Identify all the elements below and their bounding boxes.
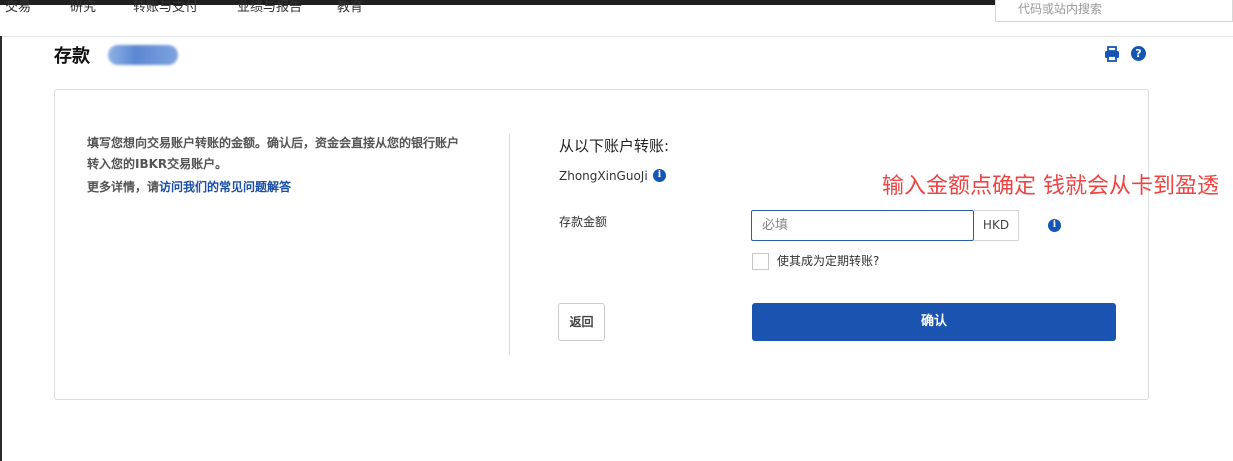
back-button[interactable]: 返回 bbox=[558, 303, 605, 341]
red-annotation-text: 输入金额点确定 钱就会从卡到盈透 bbox=[882, 174, 1219, 199]
more-details-line: 更多详情，请访问我们的常见问题解答 bbox=[87, 178, 291, 195]
nav-item-research[interactable]: 研究 bbox=[70, 0, 96, 15]
account-info-icon[interactable]: i bbox=[653, 169, 666, 182]
recurring-transfer-label[interactable]: 使其成为定期转账? bbox=[777, 252, 879, 269]
recurring-transfer-checkbox[interactable] bbox=[752, 253, 769, 270]
top-navigation-bar: 交易 研究 转账与支付 业绩与报告 教育 代码或站内搜索 bbox=[0, 0, 1233, 37]
deposit-instructions: 填写您想向交易账户转账的金额。确认后，资金会直接从您的银行账户转入您的IBKR交… bbox=[87, 136, 460, 171]
help-icon[interactable]: ? bbox=[1131, 46, 1146, 61]
nav-item-education[interactable]: 教育 bbox=[337, 0, 363, 15]
amount-info-icon[interactable]: i bbox=[1048, 219, 1061, 232]
redacted-account-badge bbox=[108, 45, 178, 65]
confirm-button[interactable]: 确认 bbox=[752, 303, 1116, 341]
site-search-input[interactable]: 代码或站内搜索 bbox=[995, 0, 1233, 22]
from-account-heading: 从以下账户转账: bbox=[559, 137, 670, 155]
nav-item-transfer[interactable]: 转账与支付 bbox=[133, 0, 198, 15]
more-details-prefix: 更多详情，请 bbox=[87, 180, 160, 194]
page-title: 存款 bbox=[54, 46, 90, 67]
currency-label: HKD bbox=[974, 210, 1019, 241]
deposit-amount-label: 存款金额 bbox=[559, 215, 608, 229]
faq-link[interactable]: 访问我们的常见问题解答 bbox=[159, 180, 291, 194]
source-account-name: ZhongXinGuoJi bbox=[559, 169, 648, 183]
print-icon[interactable] bbox=[1104, 46, 1120, 62]
nav-item-reports[interactable]: 业绩与报告 bbox=[237, 0, 302, 15]
nav-item-trade[interactable]: 交易 bbox=[5, 0, 31, 15]
window-left-edge bbox=[0, 36, 2, 461]
deposit-amount-input[interactable] bbox=[751, 210, 974, 241]
column-divider bbox=[509, 134, 510, 355]
